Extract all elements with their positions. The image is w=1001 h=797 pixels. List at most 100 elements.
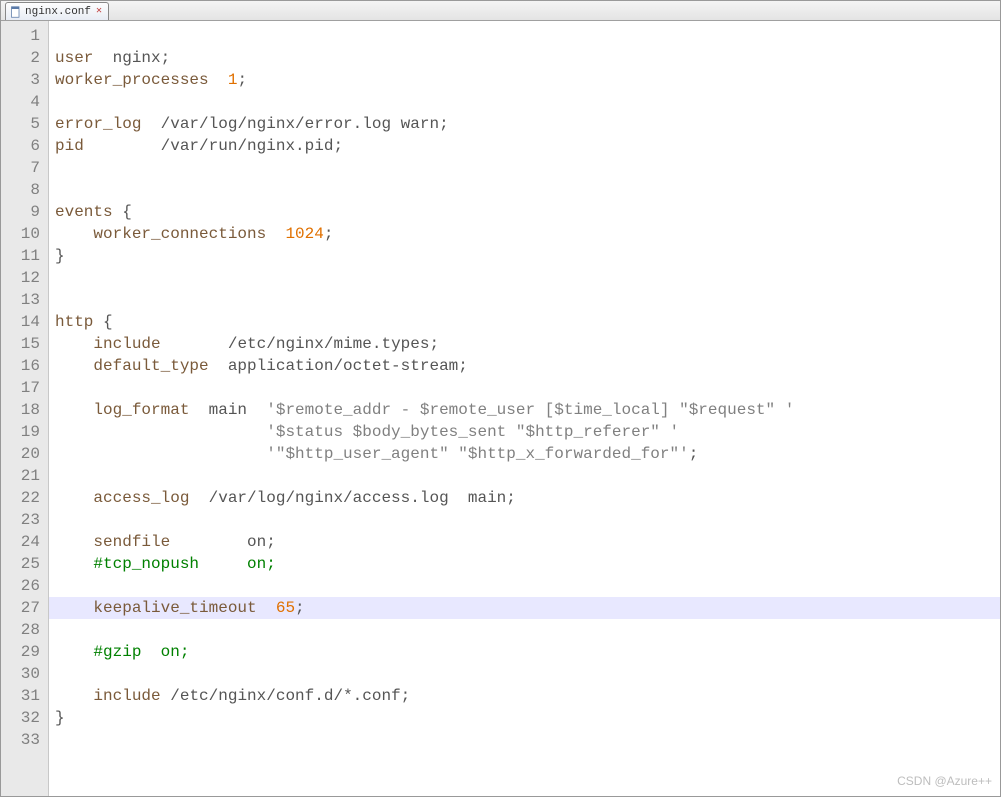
code-line[interactable]: #tcp_nopush on; [49, 553, 1000, 575]
token-br: } [55, 709, 65, 727]
line-number: 6 [15, 135, 40, 157]
code-line[interactable]: worker_connections 1024; [49, 223, 1000, 245]
token-txt [209, 71, 228, 89]
code-line[interactable]: include /etc/nginx/mime.types; [49, 333, 1000, 355]
token-path: /var/log/nginx/access.log [209, 489, 449, 507]
code-line[interactable] [49, 575, 1000, 597]
token-path: /etc/nginx/mime.types [228, 335, 430, 353]
code-line[interactable] [49, 619, 1000, 641]
tab-bar: nginx.conf ✕ [1, 1, 1000, 21]
code-line[interactable] [49, 91, 1000, 113]
code-line[interactable] [49, 729, 1000, 751]
line-number: 30 [15, 663, 40, 685]
token-str: '"$http_user_agent" "$http_x_forwarded_f… [266, 445, 688, 463]
line-number: 10 [15, 223, 40, 245]
token-kw: http [55, 313, 93, 331]
code-line[interactable]: worker_processes 1; [49, 69, 1000, 91]
code-line[interactable]: } [49, 245, 1000, 267]
code-line[interactable] [49, 267, 1000, 289]
file-icon [10, 6, 22, 18]
token-txt [55, 599, 93, 617]
code-line[interactable] [49, 157, 1000, 179]
token-kw: keepalive_timeout [93, 599, 256, 617]
token-txt [84, 137, 161, 155]
code-line[interactable] [49, 377, 1000, 399]
code-line[interactable]: '$status $body_bytes_sent "$http_referer… [49, 421, 1000, 443]
line-number: 27 [15, 597, 40, 619]
code-area[interactable]: user nginx;worker_processes 1;error_log … [49, 21, 1000, 796]
line-number: 21 [15, 465, 40, 487]
code-line[interactable]: user nginx; [49, 47, 1000, 69]
line-number: 2 [15, 47, 40, 69]
line-number: 17 [15, 377, 40, 399]
token-txt: main [189, 401, 266, 419]
code-line[interactable]: include /etc/nginx/conf.d/*.conf; [49, 685, 1000, 707]
token-txt: ; [237, 71, 247, 89]
code-line[interactable]: #gzip on; [49, 641, 1000, 663]
token-txt [161, 335, 228, 353]
code-line[interactable]: events { [49, 201, 1000, 223]
token-txt [55, 533, 93, 551]
code-line[interactable]: http { [49, 311, 1000, 333]
token-kw: default_type [93, 357, 208, 375]
line-number: 23 [15, 509, 40, 531]
line-number: 12 [15, 267, 40, 289]
token-txt [189, 489, 208, 507]
code-line[interactable]: sendfile on; [49, 531, 1000, 553]
line-number-gutter: 1234567891011121314151617181920212223242… [1, 21, 49, 796]
token-txt [55, 335, 93, 353]
code-line[interactable] [49, 289, 1000, 311]
token-kw: user [55, 49, 93, 67]
line-number: 33 [15, 729, 40, 751]
line-number: 31 [15, 685, 40, 707]
line-number: 22 [15, 487, 40, 509]
line-number: 18 [15, 399, 40, 421]
token-txt [161, 687, 171, 705]
code-line[interactable]: pid /var/run/nginx.pid; [49, 135, 1000, 157]
token-txt: on; [170, 533, 276, 551]
code-line[interactable]: default_type application/octet-stream; [49, 355, 1000, 377]
token-txt: ; [324, 225, 334, 243]
token-br: } [55, 247, 65, 265]
token-num: 65 [276, 599, 295, 617]
line-number: 1 [15, 25, 40, 47]
code-line[interactable]: log_format main '$remote_addr - $remote_… [49, 399, 1000, 421]
token-txt [55, 489, 93, 507]
code-line[interactable]: error_log /var/log/nginx/error.log warn; [49, 113, 1000, 135]
token-txt: nginx [113, 49, 161, 67]
code-line[interactable] [49, 179, 1000, 201]
token-txt: warn; [391, 115, 449, 133]
tab-filename: nginx.conf [25, 6, 91, 18]
line-number: 16 [15, 355, 40, 377]
token-txt [55, 445, 266, 463]
line-number: 3 [15, 69, 40, 91]
token-txt: ; [161, 49, 171, 67]
line-number: 26 [15, 575, 40, 597]
token-kw: error_log [55, 115, 141, 133]
token-kw: worker_processes [55, 71, 209, 89]
code-line[interactable] [49, 663, 1000, 685]
code-line[interactable]: keepalive_timeout 65; [49, 597, 1000, 619]
code-line[interactable] [49, 465, 1000, 487]
line-number: 28 [15, 619, 40, 641]
file-tab[interactable]: nginx.conf ✕ [5, 2, 109, 20]
token-txt [55, 423, 266, 441]
code-line[interactable] [49, 509, 1000, 531]
token-cmt: #gzip on; [93, 643, 189, 661]
line-number: 7 [15, 157, 40, 179]
code-line[interactable]: '"$http_user_agent" "$http_x_forwarded_f… [49, 443, 1000, 465]
code-line[interactable]: access_log /var/log/nginx/access.log mai… [49, 487, 1000, 509]
token-txt [93, 49, 112, 67]
line-number: 24 [15, 531, 40, 553]
token-kw: sendfile [93, 533, 170, 551]
token-txt: ; [401, 687, 411, 705]
line-number: 14 [15, 311, 40, 333]
line-number: 9 [15, 201, 40, 223]
close-icon[interactable]: ✕ [94, 7, 104, 17]
code-editor[interactable]: 1234567891011121314151617181920212223242… [1, 21, 1000, 796]
token-txt: ; [333, 137, 343, 155]
token-kw: worker_connections [93, 225, 266, 243]
code-line[interactable]: } [49, 707, 1000, 729]
code-line[interactable] [49, 25, 1000, 47]
line-number: 4 [15, 91, 40, 113]
